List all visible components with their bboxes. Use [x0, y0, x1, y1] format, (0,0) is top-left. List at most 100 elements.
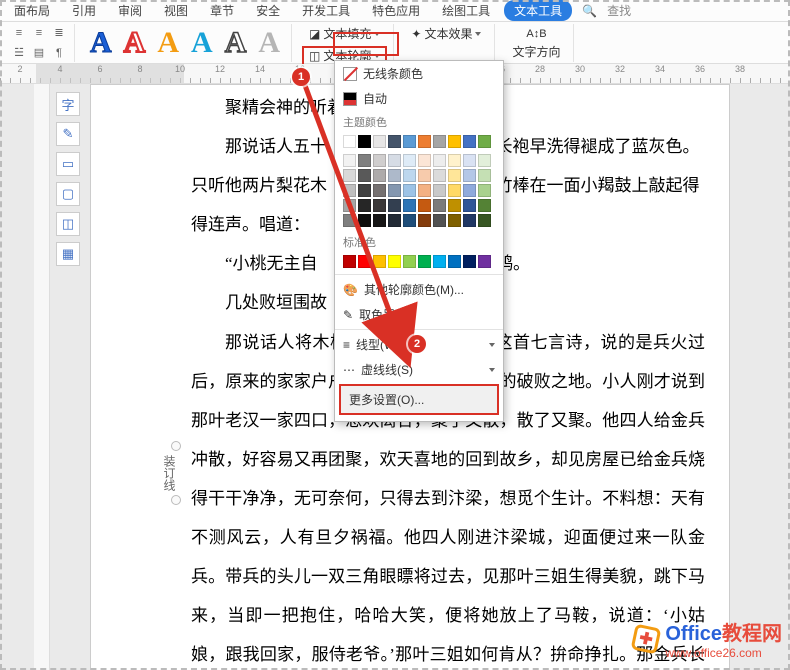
preset-style-2[interactable]: A	[119, 26, 151, 60]
color-swatch[interactable]	[358, 154, 371, 167]
color-swatch[interactable]	[448, 255, 461, 268]
color-swatch[interactable]	[373, 214, 386, 227]
ruler-vertical[interactable]	[34, 84, 50, 670]
spacing-icon[interactable]: ¶	[50, 44, 68, 62]
color-swatch[interactable]	[388, 135, 401, 148]
color-swatch[interactable]	[343, 214, 356, 227]
dd-eyedropper[interactable]: ✎ 取色器(E)	[335, 302, 503, 327]
color-swatch[interactable]	[373, 135, 386, 148]
side-rect-icon[interactable]: ▢	[56, 182, 80, 206]
dd-more-settings[interactable]: 更多设置(O)...	[341, 386, 497, 413]
color-swatch[interactable]	[358, 135, 371, 148]
color-swatch[interactable]	[403, 135, 416, 148]
color-swatch[interactable]	[433, 169, 446, 182]
list-icon[interactable]: ☱	[10, 44, 28, 62]
color-swatch[interactable]	[388, 199, 401, 212]
color-swatch[interactable]	[478, 255, 491, 268]
align-left-icon[interactable]: ≡	[10, 24, 28, 42]
dd-dash-style[interactable]: ⋯ 虚线线(S)	[335, 357, 503, 382]
color-swatch[interactable]	[373, 154, 386, 167]
color-swatch[interactable]	[343, 135, 356, 148]
color-swatch[interactable]	[478, 214, 491, 227]
color-swatch[interactable]	[463, 255, 476, 268]
color-swatch[interactable]	[418, 184, 431, 197]
color-swatch[interactable]	[448, 214, 461, 227]
color-swatch[interactable]	[388, 154, 401, 167]
color-swatch[interactable]	[463, 169, 476, 182]
color-swatch[interactable]	[418, 154, 431, 167]
color-swatch[interactable]	[433, 214, 446, 227]
color-swatch[interactable]	[463, 199, 476, 212]
theme-swatches-tints[interactable]	[335, 152, 503, 231]
color-swatch[interactable]	[448, 135, 461, 148]
color-swatch[interactable]	[373, 255, 386, 268]
side-edit-icon[interactable]: ✎	[56, 122, 80, 146]
color-swatch[interactable]	[433, 184, 446, 197]
color-swatch[interactable]	[403, 154, 416, 167]
color-swatch[interactable]	[463, 184, 476, 197]
align-dist-icon[interactable]: ≣	[50, 24, 68, 42]
preset-style-5[interactable]: A	[220, 26, 252, 60]
color-swatch[interactable]	[418, 214, 431, 227]
side-shape-icon[interactable]: ▭	[56, 152, 80, 176]
color-swatch[interactable]	[463, 214, 476, 227]
dd-auto-color[interactable]: 自动	[335, 86, 503, 111]
color-swatch[interactable]	[418, 199, 431, 212]
tab-text-tools[interactable]: 文本工具	[504, 0, 572, 21]
standard-swatches[interactable]	[335, 253, 503, 272]
color-swatch[interactable]	[448, 184, 461, 197]
color-swatch[interactable]	[388, 255, 401, 268]
color-swatch[interactable]	[343, 255, 356, 268]
color-swatch[interactable]	[478, 135, 491, 148]
color-swatch[interactable]	[358, 214, 371, 227]
color-swatch[interactable]	[403, 199, 416, 212]
color-swatch[interactable]	[373, 199, 386, 212]
tab-view[interactable]: 视图	[156, 0, 196, 21]
color-swatch[interactable]	[358, 199, 371, 212]
align-center-icon[interactable]: ≡	[30, 24, 48, 42]
color-swatch[interactable]	[403, 214, 416, 227]
color-swatch[interactable]	[403, 255, 416, 268]
color-swatch[interactable]	[448, 199, 461, 212]
text-direction-button[interactable]: A↕B 文字方向	[505, 25, 567, 61]
color-swatch[interactable]	[358, 255, 371, 268]
color-swatch[interactable]	[403, 169, 416, 182]
color-swatch[interactable]	[388, 184, 401, 197]
dd-no-line-color[interactable]: 无线条颜色	[335, 61, 503, 86]
color-swatch[interactable]	[418, 255, 431, 268]
color-swatch[interactable]	[448, 154, 461, 167]
color-swatch[interactable]	[343, 184, 356, 197]
preset-style-3[interactable]: A	[152, 26, 184, 60]
indent-icon[interactable]: ▤	[30, 44, 48, 62]
theme-swatches-row[interactable]	[335, 133, 503, 152]
text-effects-button[interactable]: ✦ 文本效果	[404, 24, 488, 44]
preset-style-6[interactable]: A	[253, 26, 285, 60]
tab-security[interactable]: 安全	[248, 0, 288, 21]
color-swatch[interactable]	[433, 135, 446, 148]
color-swatch[interactable]	[433, 154, 446, 167]
color-swatch[interactable]	[343, 169, 356, 182]
color-swatch[interactable]	[448, 169, 461, 182]
color-swatch[interactable]	[478, 154, 491, 167]
color-swatch[interactable]	[358, 184, 371, 197]
side-crop-icon[interactable]: ◫	[56, 212, 80, 236]
tab-drawing-tools[interactable]: 绘图工具	[434, 0, 498, 21]
color-swatch[interactable]	[433, 199, 446, 212]
tab-page-layout[interactable]: 面布局	[6, 0, 58, 21]
color-swatch[interactable]	[343, 199, 356, 212]
tab-references[interactable]: 引用	[64, 0, 104, 21]
tab-dev-tools[interactable]: 开发工具	[294, 0, 358, 21]
color-swatch[interactable]	[418, 169, 431, 182]
color-swatch[interactable]	[358, 169, 371, 182]
color-swatch[interactable]	[463, 135, 476, 148]
color-swatch[interactable]	[403, 184, 416, 197]
color-swatch[interactable]	[463, 154, 476, 167]
dd-more-outline-colors[interactable]: 🎨 其他轮廓颜色(M)...	[335, 277, 503, 302]
color-swatch[interactable]	[388, 214, 401, 227]
preset-style-1[interactable]: A	[85, 26, 117, 60]
preset-style-4[interactable]: A	[186, 26, 218, 60]
search-icon[interactable]: 🔍	[582, 4, 597, 18]
side-grid-icon[interactable]: ▦	[56, 242, 80, 266]
tab-chapter[interactable]: 章节	[202, 0, 242, 21]
color-swatch[interactable]	[478, 169, 491, 182]
